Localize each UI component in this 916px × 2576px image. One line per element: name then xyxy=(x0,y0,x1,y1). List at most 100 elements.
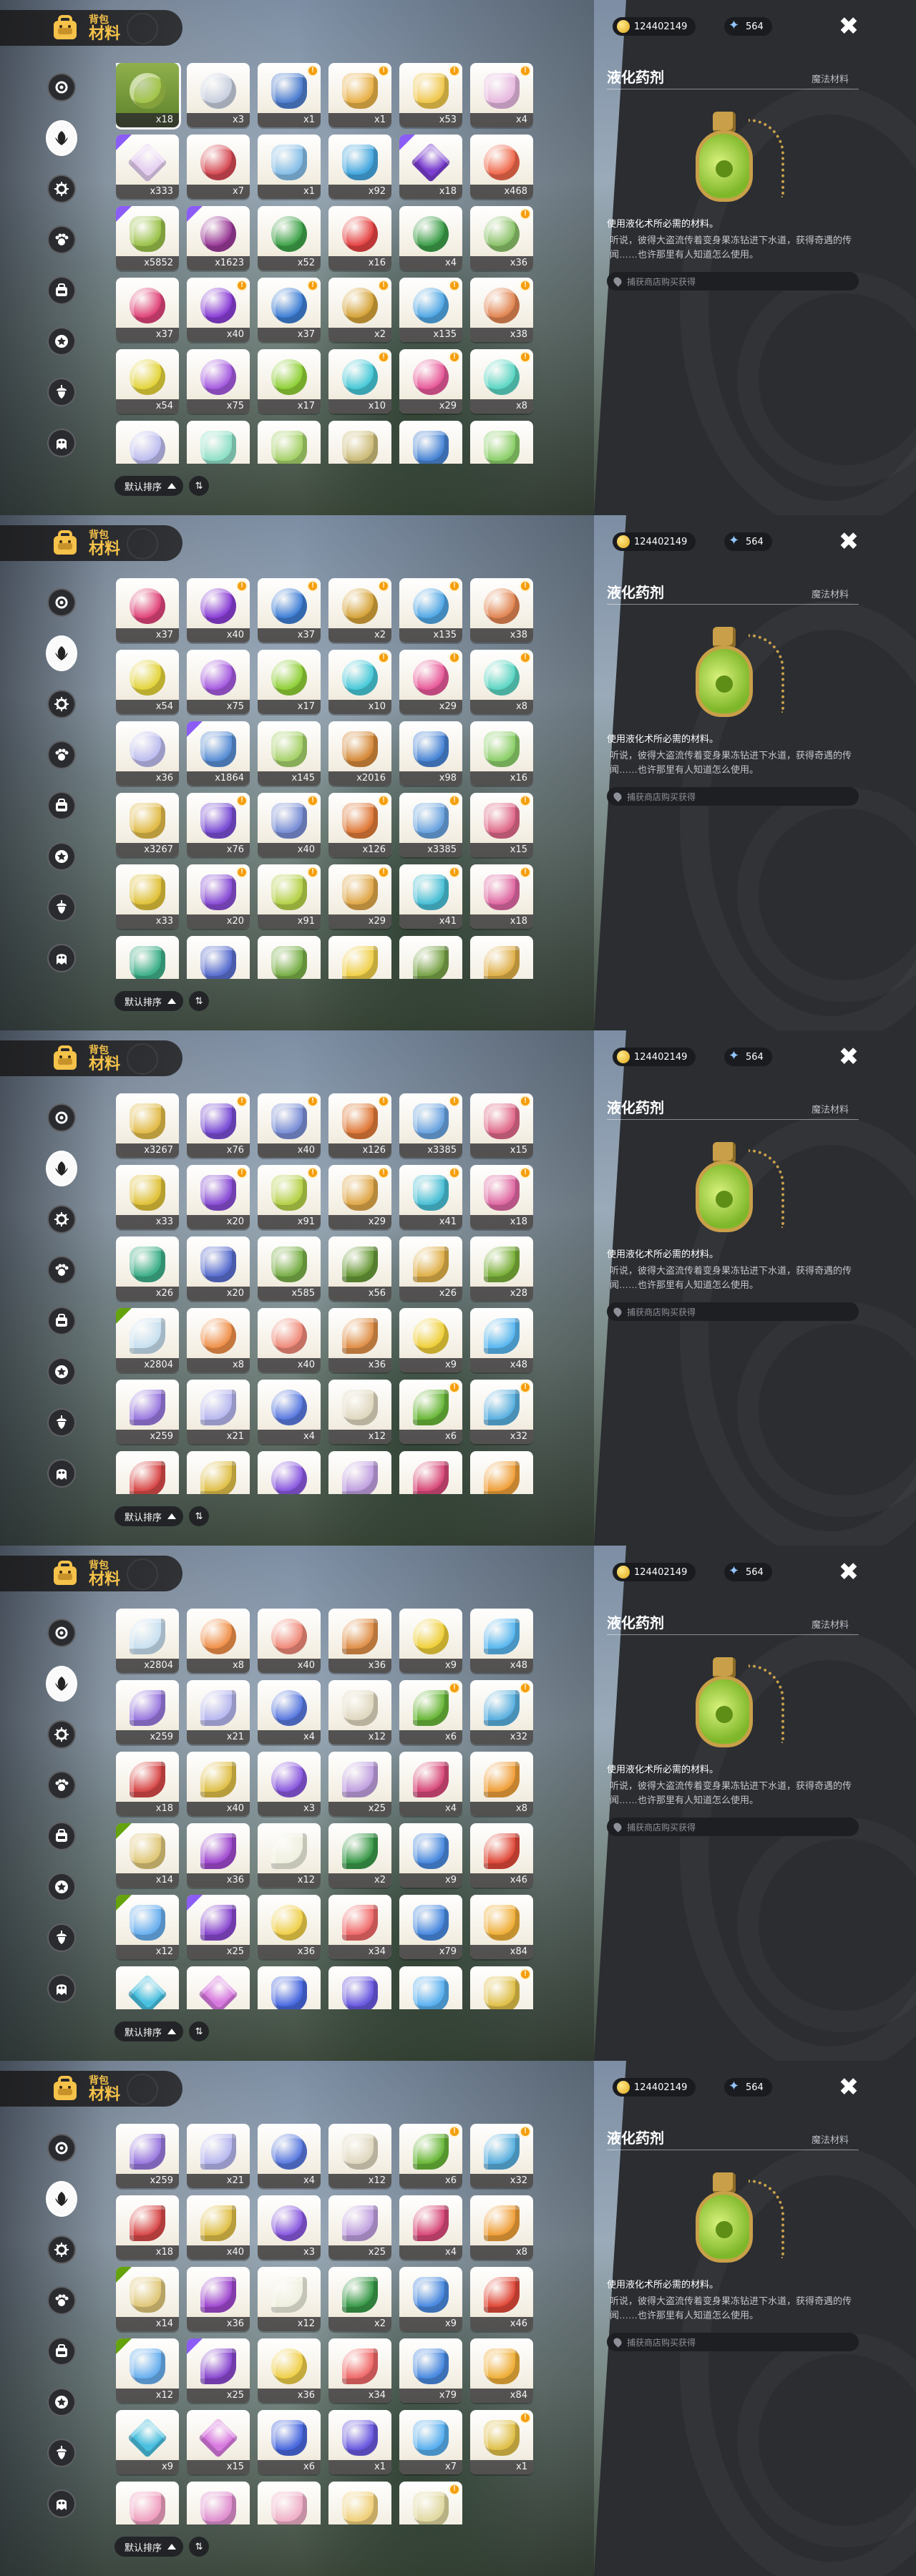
sort-order-toggle[interactable]: ⇅ xyxy=(189,2537,210,2557)
item-slot[interactable]: ! x32 xyxy=(470,1680,533,1745)
category-tab-leaf[interactable] xyxy=(46,635,77,671)
category-tab-acorn[interactable] xyxy=(46,892,77,923)
item-slot[interactable]: x40 xyxy=(187,1752,250,1816)
item-slot[interactable]: x6 xyxy=(258,1966,321,2009)
category-tab-acorn[interactable] xyxy=(46,1922,77,1953)
category-tab-tool[interactable] xyxy=(46,587,77,618)
item-slot[interactable]: ! x32 xyxy=(470,2124,533,2188)
item-slot[interactable]: x48 xyxy=(470,1609,533,1673)
close-button[interactable]: ✖ xyxy=(836,1560,862,1586)
item-slot[interactable]: x1864 xyxy=(187,721,250,786)
item-slot[interactable]: x3 xyxy=(258,1752,321,1816)
item-slot[interactable]: x4 xyxy=(258,2124,321,2188)
item-slot[interactable]: x65 xyxy=(116,2482,179,2524)
item-slot[interactable]: ! x40 xyxy=(187,578,250,643)
category-tab-star[interactable] xyxy=(46,1871,77,1903)
item-slot[interactable]: x15 xyxy=(187,2410,250,2474)
category-tab-star[interactable] xyxy=(46,326,77,357)
item-slot[interactable]: ! x6 xyxy=(399,1680,462,1745)
item-slot[interactable]: x21 xyxy=(187,2124,250,2188)
item-slot[interactable]: x54 xyxy=(328,2482,391,2524)
item-slot[interactable]: ! x15 xyxy=(470,1093,533,1158)
item-slot[interactable]: x54 xyxy=(116,650,179,714)
item-slot[interactable]: x3 xyxy=(258,2195,321,2260)
category-tab-paw[interactable] xyxy=(46,1770,77,1801)
item-slot[interactable]: x15 xyxy=(187,1966,250,2009)
sort-dropdown[interactable]: 默认排序 xyxy=(114,2537,184,2557)
category-tab-bag[interactable] xyxy=(46,275,77,306)
item-slot[interactable]: x36 xyxy=(328,1609,391,1673)
item-slot[interactable]: x8 xyxy=(187,1609,250,1673)
item-slot[interactable]: ! x40 xyxy=(258,793,321,857)
category-tab-leaf[interactable] xyxy=(46,1666,77,1702)
item-slot[interactable]: x18 xyxy=(116,1752,179,1816)
item-slot[interactable]: x333 xyxy=(116,135,179,199)
item-slot[interactable]: ! x20 xyxy=(187,1165,250,1229)
item-slot[interactable]: x259 xyxy=(116,1680,179,1745)
item-slot[interactable]: x8 xyxy=(470,2195,533,2260)
item-slot[interactable] xyxy=(258,421,321,464)
category-tab-bag[interactable] xyxy=(46,2336,77,2367)
item-slot[interactable]: x75 xyxy=(187,650,250,714)
item-slot[interactable]: x8 xyxy=(187,1308,250,1372)
category-tab-acorn[interactable] xyxy=(46,2437,77,2469)
item-slot[interactable]: x14 xyxy=(116,2267,179,2331)
item-slot[interactable]: ! x10 xyxy=(328,650,391,714)
item-slot[interactable]: x79 xyxy=(399,1895,462,1959)
item-slot[interactable]: !x1 xyxy=(328,63,391,127)
category-tab-tool[interactable] xyxy=(46,72,77,103)
item-slot[interactable]: !x1 xyxy=(399,2482,462,2524)
sort-order-toggle[interactable]: ⇅ xyxy=(189,1506,210,1526)
category-tab-paw[interactable] xyxy=(46,1254,77,1286)
category-tab-gear[interactable] xyxy=(46,2234,77,2265)
item-slot[interactable]: ! x8 xyxy=(470,349,533,414)
item-slot[interactable]: x1 xyxy=(328,2410,391,2474)
item-slot[interactable]: x36 xyxy=(258,1895,321,1959)
item-slot[interactable]: x468 xyxy=(470,135,533,199)
item-slot[interactable] xyxy=(187,421,250,464)
category-tab-leaf[interactable] xyxy=(46,2181,77,2217)
item-slot[interactable]: x52 xyxy=(258,206,321,270)
item-slot[interactable]: x34 xyxy=(328,2338,391,2403)
item-slot[interactable]: x8 xyxy=(470,1752,533,1816)
category-tab-ghost[interactable] xyxy=(46,2488,77,2519)
item-slot[interactable] xyxy=(116,1451,179,1494)
item-slot[interactable]: x36 xyxy=(187,1823,250,1888)
item-slot[interactable] xyxy=(470,421,533,464)
item-slot[interactable]: x1623 xyxy=(187,206,250,270)
item-slot[interactable]: x37 xyxy=(116,278,179,342)
item-slot[interactable]: ! x91 xyxy=(258,1165,321,1229)
item-slot[interactable]: x5852 xyxy=(116,206,179,270)
item-slot[interactable]: ! x29 xyxy=(328,864,391,929)
item-slot[interactable] xyxy=(116,936,179,979)
category-tab-ghost[interactable] xyxy=(46,1458,77,1489)
item-slot[interactable]: x145 xyxy=(258,721,321,786)
item-slot[interactable]: x7 xyxy=(399,1966,462,2009)
item-slot[interactable]: x36 xyxy=(328,1308,391,1372)
category-tab-tool[interactable] xyxy=(46,1617,77,1649)
item-slot[interactable]: x28 xyxy=(470,1236,533,1301)
item-slot[interactable]: x21 xyxy=(187,1380,250,1444)
category-tab-paw[interactable] xyxy=(46,224,77,255)
item-slot[interactable]: x18 xyxy=(116,2195,179,2260)
item-slot[interactable]: ! x38 xyxy=(470,278,533,342)
category-tab-paw[interactable] xyxy=(46,2285,77,2316)
item-slot[interactable]: x259 xyxy=(116,2124,179,2188)
category-tab-gear[interactable] xyxy=(46,173,77,205)
item-slot[interactable]: ! x40 xyxy=(187,278,250,342)
item-slot[interactable]: x9 xyxy=(399,1823,462,1888)
item-slot[interactable]: x33 xyxy=(116,1165,179,1229)
item-slot[interactable]: ! x38 xyxy=(470,578,533,643)
item-slot[interactable]: x46 xyxy=(470,2267,533,2331)
item-slot[interactable]: x25 xyxy=(328,2195,391,2260)
item-slot[interactable]: x9 xyxy=(399,2267,462,2331)
item-slot[interactable]: ! x91 xyxy=(258,864,321,929)
item-slot[interactable] xyxy=(328,936,391,979)
item-slot[interactable]: ! x126 xyxy=(328,1093,391,1158)
item-slot[interactable]: ! x18 xyxy=(470,1165,533,1229)
item-slot[interactable]: x16 xyxy=(470,721,533,786)
category-tab-gear[interactable] xyxy=(46,1204,77,1235)
category-tab-star[interactable] xyxy=(46,2386,77,2418)
item-slot[interactable]: x9 xyxy=(116,1966,179,2009)
item-slot[interactable]: x26 xyxy=(399,1236,462,1301)
